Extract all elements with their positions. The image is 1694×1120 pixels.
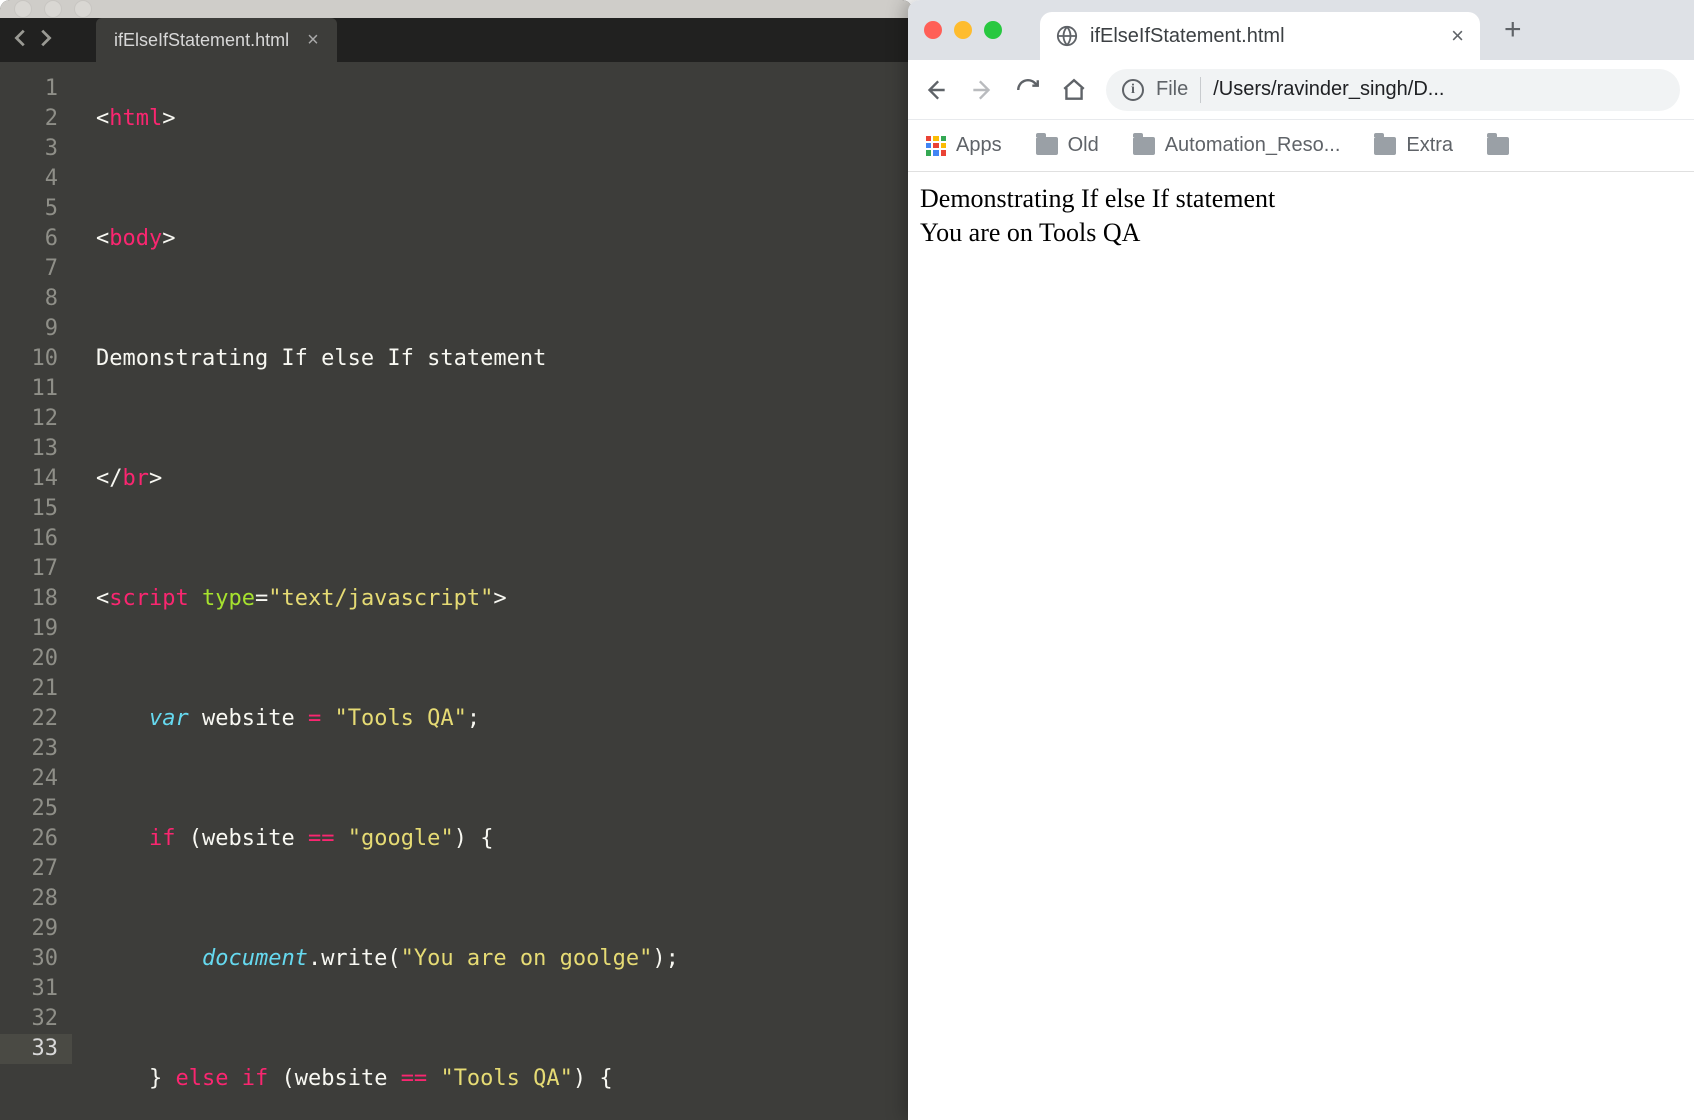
- folder-icon: [1374, 137, 1396, 155]
- browser-window: ifElseIfStatement.html × + i File /U: [908, 0, 1694, 1120]
- traffic-light-close[interactable]: [924, 21, 942, 39]
- traffic-light-close[interactable]: [14, 0, 32, 18]
- browser-tab[interactable]: ifElseIfStatement.html ×: [1040, 12, 1480, 60]
- bookmark-old[interactable]: Old: [1036, 134, 1099, 157]
- traffic-light-minimize[interactable]: [44, 0, 62, 18]
- back-button[interactable]: [922, 76, 950, 104]
- editor-tabstrip: ifElseIfStatement.html ×: [0, 18, 912, 62]
- editor-tab[interactable]: ifElseIfStatement.html ×: [96, 18, 337, 62]
- bookmark-apps[interactable]: Apps: [926, 134, 1002, 157]
- code-area[interactable]: 1234567891011121314151617181920212223242…: [0, 62, 912, 1120]
- bookmark-overflow[interactable]: [1487, 137, 1509, 155]
- folder-icon: [1487, 137, 1509, 155]
- home-button[interactable]: [1060, 76, 1088, 104]
- code-content: <html> <body> Demonstrating If else If s…: [72, 62, 912, 1120]
- browser-tab-title: ifElseIfStatement.html: [1090, 25, 1439, 48]
- editor-window: ifElseIfStatement.html × 123456789101112…: [0, 0, 912, 1120]
- forward-button[interactable]: [968, 76, 996, 104]
- info-icon[interactable]: i: [1122, 79, 1144, 101]
- browser-tabstrip: ifElseIfStatement.html × +: [908, 0, 1694, 60]
- globe-icon: [1056, 25, 1078, 47]
- line-gutter: 1234567891011121314151617181920212223242…: [0, 62, 72, 1120]
- reload-button[interactable]: [1014, 76, 1042, 104]
- nav-back-icon[interactable]: [10, 27, 32, 54]
- nav-forward-icon[interactable]: [34, 27, 56, 54]
- editor-titlebar: [0, 0, 912, 18]
- page-line-2: You are on Tools QA: [920, 216, 1682, 250]
- traffic-light-minimize[interactable]: [954, 21, 972, 39]
- traffic-light-zoom[interactable]: [74, 0, 92, 18]
- close-icon[interactable]: ×: [1451, 23, 1464, 49]
- close-icon[interactable]: ×: [307, 29, 319, 52]
- separator: [1200, 77, 1201, 103]
- bookmark-automation[interactable]: Automation_Reso...: [1133, 134, 1341, 157]
- bookmarks-bar: Apps Old Automation_Reso... Extra: [908, 120, 1694, 172]
- address-bar[interactable]: i File /Users/ravinder_singh/D...: [1106, 69, 1680, 111]
- browser-navbar: i File /Users/ravinder_singh/D...: [908, 60, 1694, 120]
- page-line-1: Demonstrating If else If statement: [920, 182, 1682, 216]
- editor-tab-title: ifElseIfStatement.html: [114, 30, 289, 51]
- page-content: Demonstrating If else If statement You a…: [908, 172, 1694, 1120]
- bookmark-extra[interactable]: Extra: [1374, 134, 1453, 157]
- new-tab-button[interactable]: +: [1494, 13, 1532, 47]
- traffic-light-zoom[interactable]: [984, 21, 1002, 39]
- apps-icon: [926, 136, 946, 156]
- folder-icon: [1133, 137, 1155, 155]
- url-path: /Users/ravinder_singh/D...: [1213, 78, 1664, 101]
- url-scheme: File: [1156, 78, 1188, 101]
- folder-icon: [1036, 137, 1058, 155]
